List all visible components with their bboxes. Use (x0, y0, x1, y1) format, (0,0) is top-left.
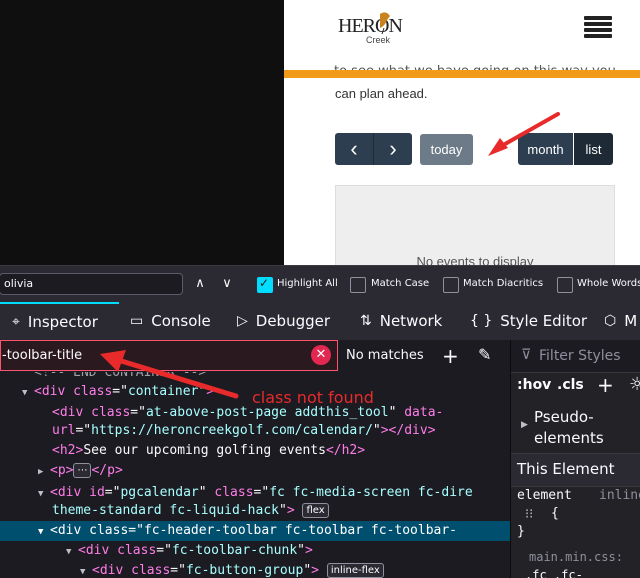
tab-debugger[interactable]: ▷ Debugger (237, 302, 330, 340)
clear-search-icon[interactable]: ✕ (311, 345, 331, 365)
memory-icon: ⬡ (604, 313, 617, 329)
find-input[interactable]: olivia (0, 273, 183, 295)
pseudo-elements-label[interactable]: Pseudo-elements (534, 407, 634, 449)
markup-node-selected[interactable]: ▼ <div class="fc-header-toolbar fc-toolba… (0, 521, 510, 541)
red-arrow-search-annotation (100, 350, 239, 399)
next-rule-selector: .fc .fc- (525, 568, 583, 578)
pseudo-expand-icon[interactable]: ▶ (521, 420, 528, 430)
page-margin-dark (0, 0, 284, 265)
hamburger-menu-icon[interactable] (584, 16, 612, 38)
today-button[interactable]: today (420, 134, 473, 165)
inspector-search-row: -toolbar-title ✕ No matches + ✎ (0, 340, 510, 373)
events-list-box: No events to display (335, 185, 615, 265)
no-events-message: No events to display (416, 254, 534, 265)
whole-words-label: Whole Words (577, 278, 640, 289)
heron-creek-logo[interactable]: HERON Creek (336, 10, 416, 46)
find-next-icon[interactable]: ∨ (218, 275, 236, 293)
devtools-tabbar: ⌖ Inspector ▭ Console ▷ Debugger ⇅ Network {… (0, 302, 640, 341)
eyedropper-icon[interactable]: ✎ (478, 345, 491, 364)
markup-node-addthis-cont[interactable]: url="https://heroncreekgolf.com/calendar… (52, 421, 436, 441)
find-bar: olivia ∧ ∨ Highlight All Match Case Matc… (0, 265, 640, 303)
markup-node-pgcalendar[interactable]: ▼ <div id="pgcalendar" class="fc fc-media… (38, 483, 473, 503)
logo-main-text: HERON (338, 15, 402, 37)
match-case-checkbox[interactable] (350, 277, 366, 293)
markup-node-h2[interactable]: <h2>See our upcoming golfing events</h2> (52, 441, 365, 461)
class-not-found-annotation: class not found (252, 388, 374, 407)
markup-node-button-group[interactable]: ▼ <div class="fc-button-group"> inline-fl… (80, 561, 384, 578)
tab-network-label: Network (379, 312, 443, 330)
tab-inspector-label: Inspector (27, 313, 98, 331)
filter-styles-row[interactable]: ⊽ Filter Styles (511, 340, 640, 373)
markup-node-pgcalendar-cont[interactable]: theme-standard fc-liquid-hack"> flex (52, 501, 329, 521)
this-element-header: This Element (511, 453, 640, 487)
markup-node-p[interactable]: ▶ <p> ⋯ </p> (38, 461, 123, 481)
list-view-button[interactable]: list (574, 133, 613, 165)
chevron-right-icon: › (389, 136, 397, 161)
tab-memory-label: M (624, 312, 638, 330)
tab-style-editor[interactable]: { } Style Editor (470, 302, 587, 340)
tab-memory[interactable]: ⬡ M (604, 302, 637, 340)
filter-styles-input[interactable]: Filter Styles (539, 348, 621, 364)
sticky-header-bar (284, 70, 640, 78)
match-diacritics-label: Match Diacritics (463, 278, 544, 289)
tab-console-label: Console (151, 312, 211, 330)
element-rule-selector: element (517, 488, 572, 503)
debugger-icon: ▷ (237, 313, 248, 329)
tab-style-editor-label: Style Editor (500, 312, 588, 330)
cls-toggle[interactable]: .cls (557, 377, 584, 393)
network-icon: ⇅ (360, 313, 372, 329)
rules-sidebar: ⊽ Filter Styles :hov .cls + ☼ ▶ Pseudo-e… (510, 340, 640, 578)
style-editor-icon: { } (470, 313, 493, 329)
chevron-left-icon: ‹ (350, 136, 358, 161)
tab-inspector[interactable]: ⌖ Inspector (0, 302, 119, 340)
rule-brace-open: { (551, 506, 559, 521)
logo-sub-text: Creek (366, 35, 391, 45)
match-diacritics-checkbox[interactable] (443, 277, 459, 293)
inspector-icon: ⌖ (12, 314, 20, 330)
markup-node-addthis[interactable]: <div class="at-above-post-page addthis_t… (52, 403, 443, 423)
add-node-icon[interactable]: + (442, 344, 459, 368)
match-case-label: Match Case (371, 278, 430, 289)
light-theme-icon[interactable]: ☼ (629, 374, 640, 395)
filter-icon: ⊽ (521, 347, 532, 363)
highlight-all-checkbox[interactable] (257, 276, 273, 293)
markup-node-toolbar-chunk[interactable]: ▼ <div class="fc-toolbar-chunk"> (66, 541, 313, 561)
intro-text: can plan ahead. (335, 86, 428, 101)
search-status: No matches (346, 348, 424, 363)
rule-brace-close: } (517, 524, 525, 539)
add-rule-icon[interactable]: + (597, 373, 614, 397)
element-rule-source: inline (599, 488, 640, 503)
next-button[interactable]: › (373, 133, 412, 165)
markup-tree: <!-- END CONTAINER --> ▼ <div class="cont… (0, 372, 510, 578)
stylesheet-source-link[interactable]: main.min.css: (529, 550, 623, 564)
tab-console[interactable]: ▭ Console (130, 302, 211, 340)
grid-icon[interactable]: ⁝⁝ (525, 507, 533, 522)
tab-network[interactable]: ⇅ Network (360, 302, 442, 340)
web-page-preview: HERON Creek to see what we have going on… (284, 0, 640, 265)
this-element-label: This Element (517, 460, 615, 478)
prev-button[interactable]: ‹ (335, 133, 373, 165)
find-previous-icon[interactable]: ∧ (191, 275, 209, 293)
whole-words-checkbox[interactable] (557, 277, 573, 293)
hov-toggle[interactable]: :hov (517, 377, 551, 393)
red-arrow-annotation (488, 112, 560, 156)
highlight-all-label: Highlight All (277, 278, 338, 289)
console-icon: ▭ (130, 313, 144, 329)
tab-debugger-label: Debugger (255, 312, 331, 330)
